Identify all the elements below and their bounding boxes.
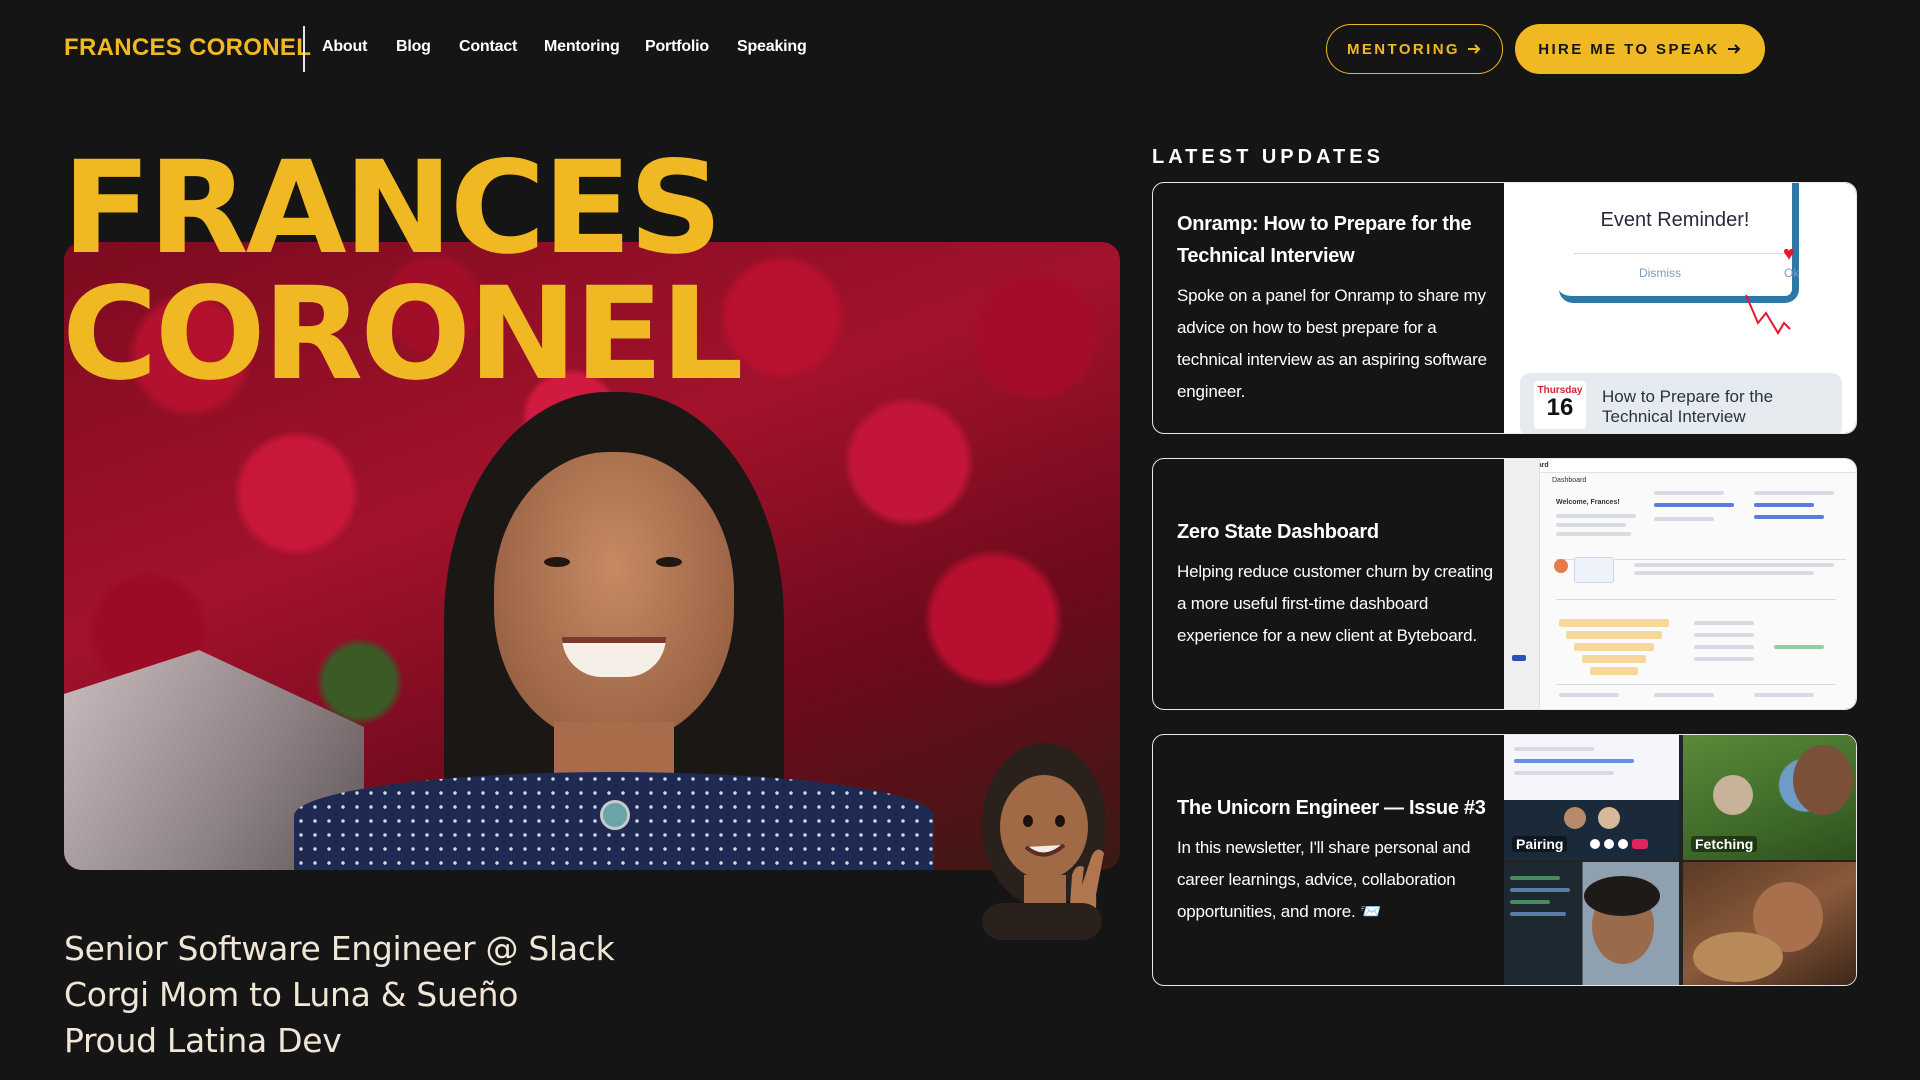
hero-name: FRANCES CORONEL — [62, 134, 744, 409]
card-description: Helping reduce customer churn by creatin… — [1177, 562, 1493, 645]
nav-link-blog[interactable]: Blog — [396, 38, 431, 56]
dashboard-welcome: Welcome, Frances! — [1556, 499, 1620, 506]
top-nav: FRANCES CORONEL About Blog Contact Mento… — [0, 0, 1920, 100]
bio-line-role: Senior Software Engineer @ Slack — [64, 929, 615, 968]
photo-tile-coding — [1504, 862, 1679, 985]
latest-updates-heading: LATEST UPDATES — [1152, 146, 1384, 168]
card-title: Onramp: How to Prepare for the Technical… — [1177, 213, 1472, 267]
card-text: The Unicorn Engineer — Issue #3 In this … — [1177, 735, 1493, 985]
hire-button-label: HIRE ME TO SPEAK — [1538, 40, 1720, 58]
card-description: In this newsletter, I'll share personal … — [1177, 838, 1471, 921]
hire-me-to-speak-button[interactable]: HIRE ME TO SPEAK — [1515, 24, 1765, 74]
bio-line-corgi: Corgi Mom to Luna & Sueño — [64, 975, 519, 1014]
card-text: Onramp: How to Prepare for the Technical… — [1177, 183, 1493, 433]
update-card-onramp[interactable]: Onramp: How to Prepare for the Technical… — [1152, 182, 1857, 434]
event-title-line2: Technical Interview — [1602, 407, 1746, 426]
event-title: How to Prepare for the Technical Intervi… — [1602, 387, 1773, 427]
hero-name-first: FRANCES — [62, 134, 723, 283]
mentoring-button[interactable]: MENTORING — [1326, 24, 1503, 74]
hero-portrait — [294, 392, 934, 870]
nav-link-about[interactable]: About — [322, 38, 367, 56]
mentoring-button-label: MENTORING — [1347, 40, 1460, 58]
card-image-dashboard: Byteboard Dashboard Welcome, Frances! — [1504, 459, 1856, 709]
card-text: Zero State Dashboard Helping reduce cust… — [1177, 459, 1493, 709]
nav-link-contact[interactable]: Contact — [459, 38, 517, 56]
brand-logo[interactable]: FRANCES CORONEL — [64, 34, 311, 62]
bio-line-latina: Proud Latina Dev — [64, 1021, 342, 1060]
card-title: Zero State Dashboard — [1177, 521, 1379, 543]
nav-link-mentoring[interactable]: Mentoring — [544, 38, 620, 56]
update-card-zero-state-dashboard[interactable]: Zero State Dashboard Helping reduce cust… — [1152, 458, 1857, 710]
reminder-ok: Ok — [1784, 266, 1800, 280]
photo-tile-fetching: Fetching — [1683, 735, 1856, 860]
hero-bio: Senior Software Engineer @ Slack Corgi M… — [64, 926, 615, 1064]
photo-tile-pairing: Pairing — [1504, 735, 1679, 860]
nav-link-portfolio[interactable]: Portfolio — [645, 38, 709, 56]
heart-icon: ♥ — [1783, 243, 1795, 265]
calendar-date: 16 — [1546, 394, 1574, 421]
calendar-icon: Thursday 16 — [1534, 381, 1586, 429]
tile-label-fetching: Fetching — [1691, 836, 1758, 852]
nav-divider — [303, 26, 305, 72]
event-reminder-dialog: Event Reminder! Dismiss ♥ Ok — [1559, 183, 1799, 303]
event-date-box: Thursday 16 How to Prepare for the Techn… — [1520, 373, 1842, 433]
nav-link-speaking[interactable]: Speaking — [737, 38, 807, 56]
reminder-title: Event Reminder! — [1600, 209, 1750, 231]
cursor-squiggle-icon — [1745, 294, 1791, 335]
reminder-dismiss: Dismiss — [1639, 266, 1681, 280]
update-card-unicorn-engineer[interactable]: The Unicorn Engineer — Issue #3 In this … — [1152, 734, 1857, 986]
hero-name-last: CORONEL — [62, 260, 744, 409]
card-description: Spoke on a panel for Onramp to share my … — [1177, 286, 1487, 401]
photo-tile-corgi — [1683, 862, 1856, 985]
card-image-event-reminder: Event Reminder! Dismiss ♥ Ok Thursday 16… — [1504, 183, 1856, 433]
card-title: The Unicorn Engineer — Issue #3 — [1177, 797, 1486, 819]
card-image-photo-grid: Pairing Fetching — [1504, 735, 1856, 985]
memoji-peace-icon — [982, 743, 1106, 940]
arrow-right-icon — [1468, 44, 1481, 54]
tile-label-pairing: Pairing — [1512, 836, 1568, 852]
arrow-right-icon — [1727, 44, 1741, 54]
dashboard-page-title: Dashboard — [1552, 477, 1587, 484]
event-title-line1: How to Prepare for the — [1602, 387, 1774, 406]
